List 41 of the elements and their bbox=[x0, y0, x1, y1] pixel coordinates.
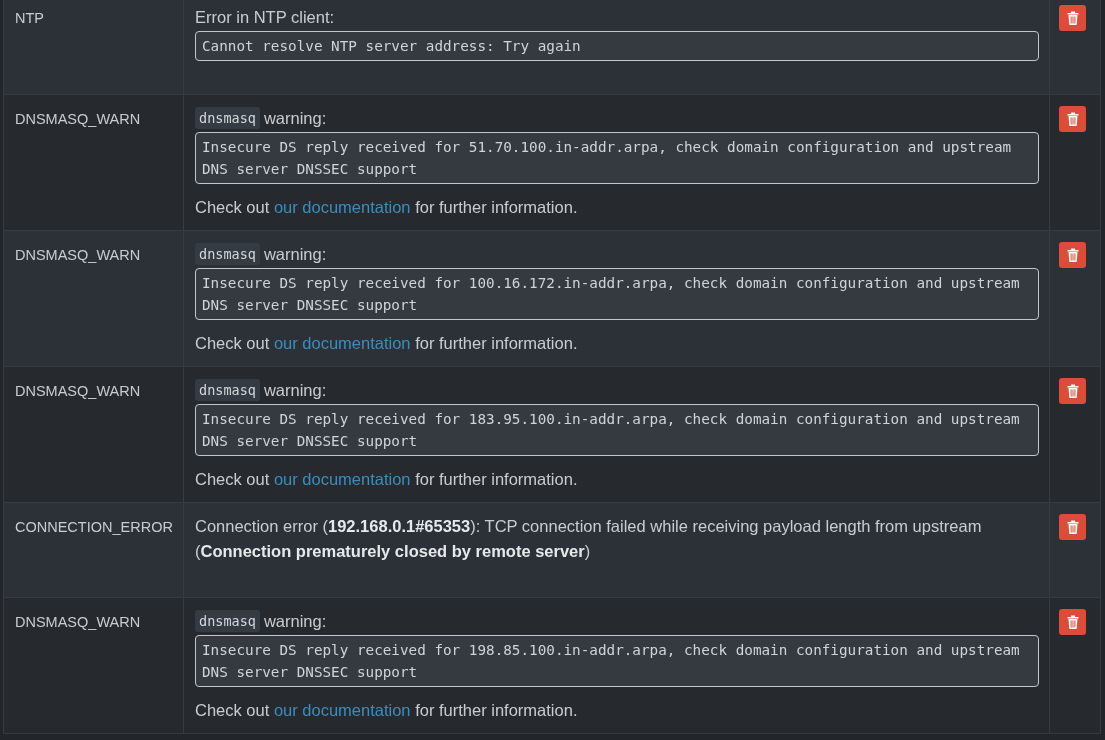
message-type: DNSMASQ_WARN bbox=[15, 613, 141, 632]
trash-icon bbox=[1066, 615, 1079, 629]
message-text: Connection error (192.168.0.1#65353): TCP connection failed while receiving payload length from upstream (Connection prematurely closed by remote server) bbox=[195, 516, 983, 562]
error-detail-block: Insecure DS reply received for 100.16.172.in-addr.arpa, check domain configuration and upstream DNS server DNSSEC support bbox=[195, 268, 1039, 320]
inline-code: dnsmasq bbox=[195, 107, 260, 129]
delete-button[interactable] bbox=[1059, 378, 1086, 404]
documentation-link[interactable]: our documentation bbox=[273, 470, 411, 488]
delete-button[interactable] bbox=[1059, 242, 1086, 268]
trash-icon bbox=[1066, 384, 1079, 398]
error-detail-block: Cannot resolve NTP server address: Try again bbox=[195, 31, 1039, 61]
message-text: Error in NTP client: bbox=[195, 7, 335, 28]
delete-button[interactable] bbox=[1059, 609, 1086, 635]
documentation-link[interactable]: our documentation bbox=[273, 198, 411, 216]
trash-icon bbox=[1066, 248, 1079, 262]
message-type: DNSMASQ_WARN bbox=[15, 382, 141, 401]
error-detail-block: Insecure DS reply received for 183.95.100.in-addr.arpa, check domain configuration and upstream DNS server DNSSEC support bbox=[195, 404, 1039, 456]
trash-icon bbox=[1066, 11, 1079, 25]
warning-text: warning: bbox=[263, 108, 327, 129]
trash-icon bbox=[1066, 112, 1079, 126]
delete-button[interactable] bbox=[1059, 5, 1086, 31]
help-text: Check out our documentation for further information. bbox=[195, 700, 579, 721]
help-text: Check out our documentation for further information. bbox=[195, 333, 579, 354]
warning-text: warning: bbox=[263, 611, 327, 632]
help-text: Check out our documentation for further information. bbox=[195, 197, 579, 218]
error-detail-block: Insecure DS reply received for 198.85.100.in-addr.arpa, check domain configuration and upstream DNS server DNSSEC support bbox=[195, 635, 1039, 687]
message-type: DNSMASQ_WARN bbox=[15, 110, 141, 129]
inline-code: dnsmasq bbox=[195, 243, 260, 265]
error-detail-block: Insecure DS reply received for 51.70.100.in-addr.arpa, check domain configuration and upstream DNS server DNSSEC support bbox=[195, 132, 1039, 184]
delete-button[interactable] bbox=[1059, 106, 1086, 132]
warning-text: warning: bbox=[263, 380, 327, 401]
message-type: DNSMASQ_WARN bbox=[15, 246, 141, 265]
inline-code: dnsmasq bbox=[195, 379, 260, 401]
documentation-link[interactable]: our documentation bbox=[273, 334, 411, 352]
documentation-link[interactable]: our documentation bbox=[273, 701, 411, 719]
warning-text: warning: bbox=[263, 244, 327, 265]
trash-icon bbox=[1066, 520, 1079, 534]
delete-button[interactable] bbox=[1059, 514, 1086, 540]
inline-code: dnsmasq bbox=[195, 610, 260, 632]
message-type: CONNECTION_ERROR bbox=[15, 518, 173, 537]
help-text: Check out our documentation for further information. bbox=[195, 469, 579, 490]
message-type: NTP bbox=[15, 9, 44, 28]
